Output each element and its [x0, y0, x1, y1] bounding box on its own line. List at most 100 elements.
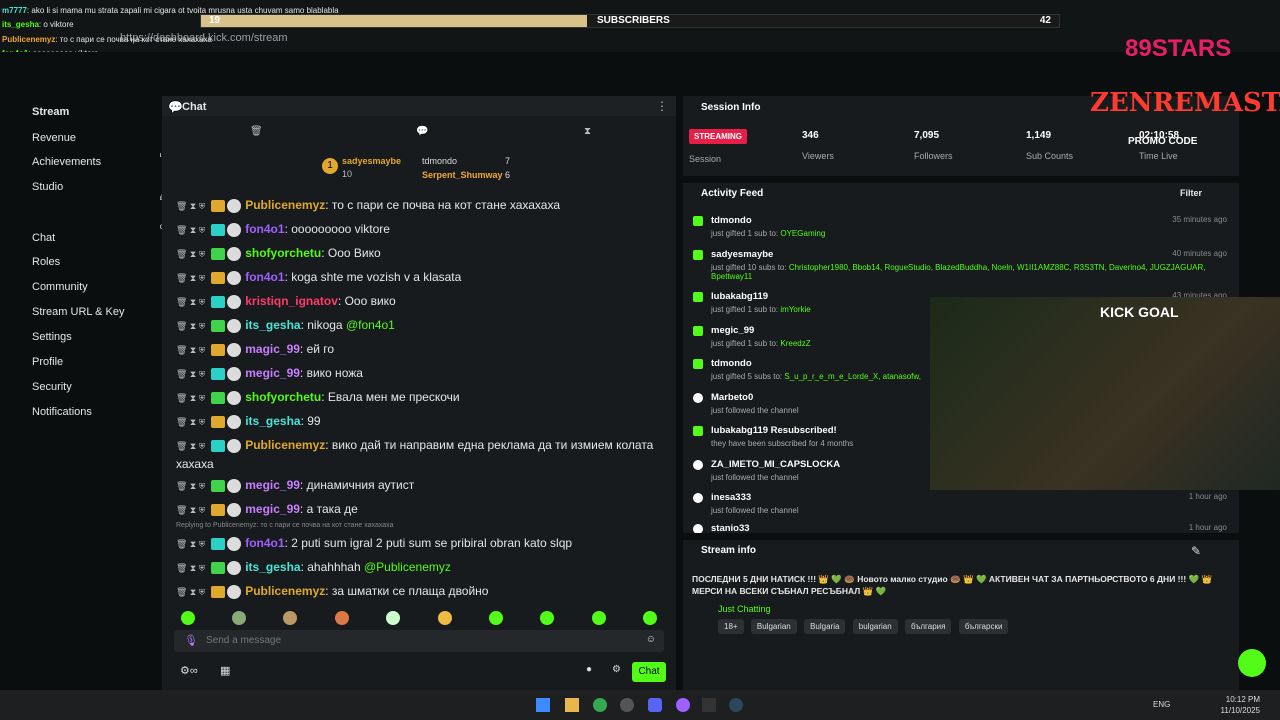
message-mod-tools-icon[interactable]: 🗑 ⧗ ⛨: [176, 481, 205, 491]
activity-name: stanio33: [711, 523, 750, 533]
emote-6[interactable]: [437, 611, 452, 625]
windows-start-icon[interactable]: [536, 698, 550, 712]
emote-1[interactable]: [180, 611, 195, 625]
message-mod-tools-icon[interactable]: 🗑 ⧗ ⛨: [176, 563, 205, 573]
tag[interactable]: 18+: [718, 619, 744, 634]
sidebar-item-chat[interactable]: Chat: [32, 232, 55, 244]
support-chat-button[interactable]: [1238, 649, 1266, 677]
sidebar-item-stream-url[interactable]: Stream URL & Key: [32, 306, 125, 318]
language-indicator[interactable]: ENG: [1153, 700, 1170, 709]
chat-username[interactable]: Publicenemyz: [245, 198, 325, 212]
app-icon[interactable]: [676, 698, 690, 712]
edit-icon[interactable]: ✎: [1191, 544, 1201, 558]
chat-username[interactable]: Publicenemyz: [245, 438, 325, 452]
chat-username[interactable]: shofyorchetu: [245, 246, 321, 260]
chat-text: : Ооо вико: [337, 294, 396, 308]
emote-9[interactable]: [591, 611, 606, 625]
chat-username[interactable]: kristiqn_ignatov: [245, 294, 338, 308]
message-mod-tools-icon[interactable]: 🗑 ⧗ ⛨: [176, 225, 205, 235]
comment-icon[interactable]: 💬: [416, 126, 428, 137]
emote-3[interactable]: [283, 611, 298, 625]
message-mod-tools-icon[interactable]: 🗑 ⧗ ⛨: [176, 345, 205, 355]
tag[interactable]: българия: [905, 619, 952, 634]
settings-icon[interactable]: ⚙∞: [180, 664, 198, 677]
brand-logo: 89STARS: [1125, 35, 1232, 62]
stream-description: ПОСЛЕДНИ 5 ДНИ НАТИСК !!! 👑 💚 🍩 Новото м…: [692, 574, 1213, 596]
message-mod-tools-icon[interactable]: 🗑 ⧗ ⛨: [176, 417, 205, 427]
chat-username[interactable]: fon4o1: [245, 270, 284, 284]
terminal-icon[interactable]: [702, 698, 716, 712]
sidebar-item-notifications[interactable]: Notifications: [32, 406, 92, 418]
message-mod-tools-icon[interactable]: 🗑 ⧗ ⛨: [176, 441, 205, 451]
message-mod-tools-icon[interactable]: 🗑 ⧗ ⛨: [176, 505, 205, 515]
sidebar-item-achievements[interactable]: Achievements: [32, 156, 101, 168]
discord-icon[interactable]: [648, 698, 662, 712]
chat-username[interactable]: megic_99: [245, 366, 300, 380]
chat-username[interactable]: fon4o1: [245, 536, 284, 550]
message-mod-tools-icon[interactable]: 🗑 ⧗ ⛨: [176, 539, 205, 549]
message-mod-tools-icon[interactable]: 🗑 ⧗ ⛨: [176, 273, 205, 283]
chat-bubble-icon[interactable]: ●: [586, 664, 592, 675]
tag[interactable]: bulgarian: [852, 619, 898, 634]
sidebar-item-settings[interactable]: Settings: [32, 331, 72, 343]
chat-mention[interactable]: @Publicenemyz: [364, 560, 451, 574]
file-explorer-icon[interactable]: [565, 698, 579, 712]
sidebar-item-security[interactable]: Security: [32, 381, 72, 393]
tag[interactable]: Bulgarian: [750, 619, 797, 634]
message-mod-tools-icon[interactable]: 🗑 ⧗ ⛨: [176, 249, 205, 259]
tag[interactable]: български: [958, 619, 1009, 634]
user-badge-icon: [211, 561, 226, 574]
tag[interactable]: Bulgaria: [804, 619, 846, 634]
sidebar-item-profile[interactable]: Profile: [32, 356, 63, 368]
sidebar-item-studio[interactable]: Studio: [32, 181, 63, 193]
chat-username[interactable]: its_gesha: [245, 560, 300, 574]
send-chat-button[interactable]: Chat: [632, 662, 666, 682]
avatar: [227, 198, 242, 213]
message-mod-tools-icon[interactable]: 🗑 ⧗ ⛨: [176, 297, 205, 307]
hourglass-icon[interactable]: ⧗: [584, 126, 591, 137]
activity-detail-text: just gifted 1 sub to:: [711, 305, 781, 314]
activity-item: tdmondo just gifted 1 sub to: OYEGaming 35…: [693, 215, 1227, 238]
sidebar-item-roles[interactable]: Roles: [32, 256, 60, 268]
chat-username[interactable]: fon4o1: [245, 222, 284, 236]
chat-username[interactable]: Publicenemyz: [245, 584, 325, 598]
system-clock[interactable]: 10:12 PM 11/10/2025: [1221, 694, 1260, 716]
emote-10[interactable]: [643, 611, 658, 625]
message-mod-tools-icon[interactable]: 🗑 ⧗ ⛨: [176, 201, 205, 211]
chat-menu-icon[interactable]: ⋮: [656, 99, 668, 113]
filter-button[interactable]: Filter: [1180, 188, 1202, 198]
trash-icon[interactable]: 🗑: [250, 126, 263, 137]
sidebar-item-stream[interactable]: Stream: [32, 106, 69, 118]
chat-mention[interactable]: @fon4o1: [346, 318, 395, 332]
leader-1-name: sadyesmaybe: [342, 156, 402, 166]
mic-icon[interactable]: 🎙: [184, 634, 198, 647]
message-mod-tools-icon[interactable]: 🗑 ⧗ ⛨: [176, 369, 205, 379]
emoji-icon[interactable]: ☺: [646, 634, 656, 645]
leader-3-count: 6: [505, 170, 511, 180]
sidebar-item-revenue[interactable]: Revenue: [32, 132, 76, 144]
chat-username[interactable]: its_gesha: [245, 414, 300, 428]
emote-5[interactable]: [386, 611, 401, 625]
message-mod-tools-icon[interactable]: 🗑 ⧗ ⛨: [176, 393, 205, 403]
chat-username[interactable]: magic_99: [245, 342, 300, 356]
message-mod-tools-icon[interactable]: 🗑 ⧗ ⛨: [176, 587, 205, 597]
emote-4[interactable]: [334, 611, 349, 625]
obs-icon[interactable]: [620, 698, 634, 712]
gear-icon[interactable]: ⚙: [612, 664, 621, 675]
steam-icon[interactable]: [729, 698, 743, 712]
chat-username[interactable]: megic_99: [245, 502, 300, 516]
emote-7[interactable]: [489, 611, 504, 625]
chat-username[interactable]: its_gesha: [245, 318, 300, 332]
emote-2[interactable]: [232, 611, 247, 625]
stream-category[interactable]: Just Chatting: [718, 604, 771, 614]
message-input[interactable]: [206, 635, 606, 646]
emote-8[interactable]: [540, 611, 555, 625]
chat-username[interactable]: shofyorchetu: [245, 390, 321, 404]
chrome-icon[interactable]: [593, 698, 607, 712]
store-icon[interactable]: ▦: [220, 664, 230, 677]
sidebar-item-community[interactable]: Community: [32, 281, 88, 293]
chat-text: : за шматки се плаща двойно: [325, 584, 489, 598]
chat-text: : koga shte me vozish v a klasata: [284, 270, 462, 284]
chat-username[interactable]: megic_99: [245, 478, 300, 492]
message-mod-tools-icon[interactable]: 🗑 ⧗ ⛨: [176, 321, 205, 331]
